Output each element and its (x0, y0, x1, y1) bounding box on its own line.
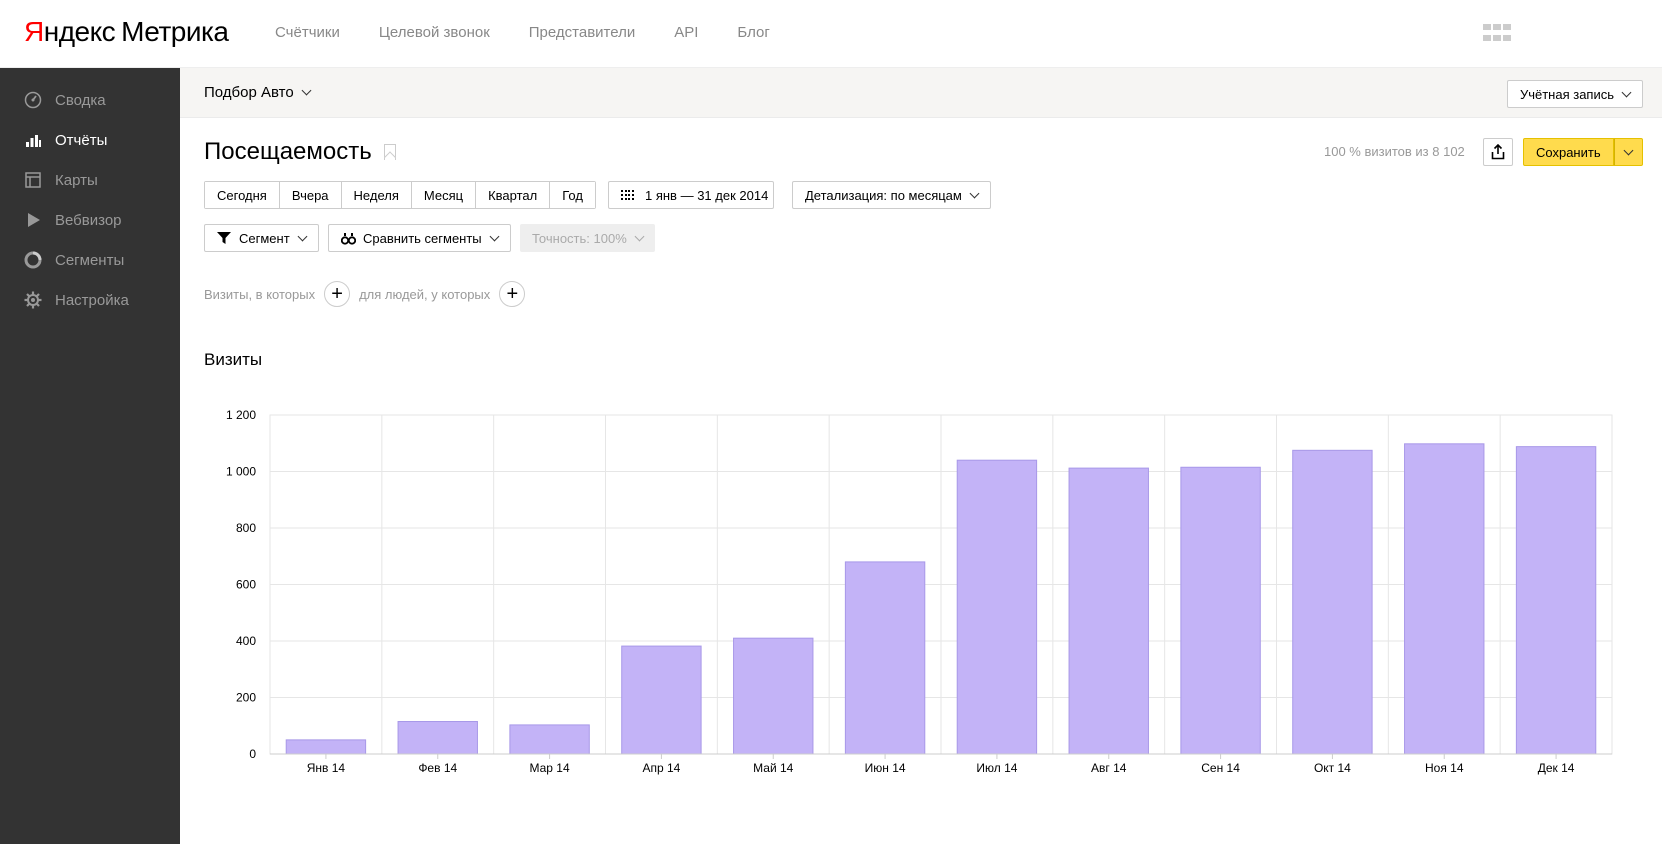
bar (733, 637, 814, 755)
sidebar-item-settings[interactable]: Настройка (0, 280, 180, 320)
bar (1404, 443, 1485, 755)
bar (1180, 466, 1261, 755)
x-tick-label: Дек 14 (1538, 761, 1575, 775)
report-main: Посещаемость 100 % визитов из 8 102 Сохр… (180, 118, 1662, 844)
sidebar-item-label: Карты (55, 171, 98, 189)
y-tick-label: 0 (249, 747, 256, 761)
y-tick-label: 1 200 (226, 408, 256, 422)
sidebar-item-label: Сводка (55, 91, 106, 109)
yandex-metrika-logo[interactable]: Яндекс Метрика (24, 16, 229, 50)
chevron-down-icon (301, 85, 312, 96)
x-tick-label: Авг 14 (1091, 761, 1127, 775)
y-tick-label: 400 (236, 634, 256, 648)
gauge-icon (24, 91, 42, 109)
sidebar-item-reports[interactable]: Отчёты (0, 120, 180, 160)
x-tick-label: Окт 14 (1314, 761, 1351, 775)
counter-selector[interactable]: Подбор Авто (204, 84, 312, 101)
x-tick-label: Сен 14 (1201, 761, 1240, 775)
y-tick-label: 800 (236, 521, 256, 535)
x-tick-label: Ноя 14 (1425, 761, 1464, 775)
sidebar-item-label: Вебвизор (55, 211, 122, 229)
segment-icon (24, 251, 42, 269)
x-tick-label: Май 14 (753, 761, 794, 775)
bar (397, 721, 478, 755)
x-tick-label: Мар 14 (529, 761, 569, 775)
bar-chart-icon (24, 131, 42, 149)
bar (844, 561, 926, 755)
bar (1292, 449, 1373, 755)
bar (285, 739, 367, 755)
play-icon (24, 211, 42, 229)
bar (1068, 467, 1149, 755)
nav-representatives[interactable]: Представители (529, 24, 635, 41)
bar (621, 645, 702, 755)
sidebar-item-label: Настройка (55, 291, 129, 309)
y-tick-label: 1 000 (226, 465, 256, 479)
logo-product: Метрика (121, 16, 229, 47)
visits-bar-chart: 0 200 400 600 800 1 000 1 200 Янв 14 Фев 14 Мар 1… (226, 408, 1613, 775)
sidebar-item-segments[interactable]: Сегменты (0, 240, 180, 280)
sidebar-item-label: Сегменты (55, 251, 125, 269)
apps-grid-icon[interactable] (1483, 24, 1511, 44)
y-tick-label: 600 (236, 578, 256, 592)
x-tick-label: Фев 14 (418, 761, 457, 775)
sidebar-item-label: Отчёты (55, 131, 108, 149)
account-button[interactable]: Учётная запись (1506, 80, 1643, 108)
sidebar: Сводка Отчёты Карты Вебвизор Сегменты На… (0, 68, 180, 844)
nav-blog[interactable]: Блог (737, 24, 769, 41)
gear-icon (24, 291, 42, 309)
bar (1515, 446, 1597, 755)
bar (956, 459, 1038, 755)
nav-target-call[interactable]: Целевой звонок (379, 24, 490, 41)
top-nav: Счётчики Целевой звонок Представители AP… (275, 24, 809, 41)
top-header: Яндекс Метрика Счётчики Целевой звонок П… (0, 0, 1662, 68)
counter-name: Подбор Авто (204, 84, 294, 101)
y-tick-label: 200 (236, 691, 256, 705)
sidebar-item-summary[interactable]: Сводка (0, 80, 180, 120)
logo-brand: Яндекс (24, 16, 116, 47)
nav-counters[interactable]: Счётчики (275, 24, 340, 41)
chevron-down-icon (1621, 87, 1632, 97)
sidebar-item-webvisor[interactable]: Вебвизор (0, 200, 180, 240)
x-tick-label: Янв 14 (307, 761, 346, 775)
x-tick-label: Июн 14 (865, 761, 906, 775)
counter-bar: Подбор Авто Учётная запись (180, 68, 1662, 118)
x-tick-label: Апр 14 (642, 761, 680, 775)
map-icon (24, 171, 42, 189)
x-tick-label: Июл 14 (976, 761, 1017, 775)
bar (509, 724, 590, 755)
nav-api[interactable]: API (674, 24, 698, 41)
account-label: Учётная запись (1519, 86, 1614, 102)
sidebar-item-maps[interactable]: Карты (0, 160, 180, 200)
